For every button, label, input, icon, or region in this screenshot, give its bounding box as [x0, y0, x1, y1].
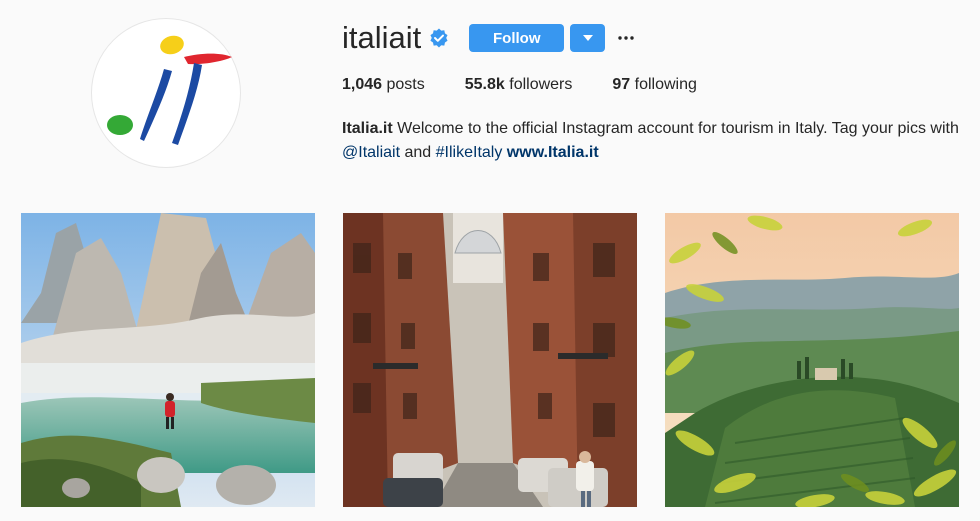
profile-avatar[interactable] — [91, 18, 241, 168]
post-image-mountains — [21, 213, 315, 507]
followers-stat[interactable]: 55.8k followers — [465, 76, 573, 94]
follow-button[interactable]: Follow — [469, 24, 565, 52]
following-stat[interactable]: 97 following — [612, 76, 697, 94]
suggestions-dropdown-button[interactable] — [570, 24, 606, 52]
more-options-icon[interactable] — [617, 28, 635, 48]
bio-and-text: and — [400, 144, 436, 161]
website-link[interactable]: www.Italia.it — [507, 144, 599, 161]
post-thumbnail-mountains[interactable] — [21, 213, 315, 507]
italia-logo — [107, 35, 232, 145]
mention-link[interactable]: @Italiait — [342, 144, 400, 161]
bio-text: Welcome to the official Instagram accoun… — [392, 120, 959, 137]
chevron-down-icon — [582, 35, 593, 41]
post-thumbnail-street[interactable] — [343, 213, 637, 507]
profile-bio: Italia.it Welcome to the official Instag… — [342, 117, 962, 165]
username: italiait — [342, 20, 422, 55]
post-image-countryside — [665, 213, 959, 507]
post-image-street — [343, 213, 637, 507]
posts-stat: 1,046 posts — [342, 76, 425, 93]
hashtag-link[interactable]: #IlikeItaly — [436, 144, 503, 161]
post-thumbnail-countryside[interactable] — [665, 213, 959, 507]
verified-badge-icon — [429, 28, 449, 48]
profile-header: italiait Follow — [342, 22, 635, 54]
profile-full-name: Italia.it — [342, 120, 393, 137]
profile-stats: 1,046 posts 55.8k followers 97 following — [342, 76, 737, 94]
